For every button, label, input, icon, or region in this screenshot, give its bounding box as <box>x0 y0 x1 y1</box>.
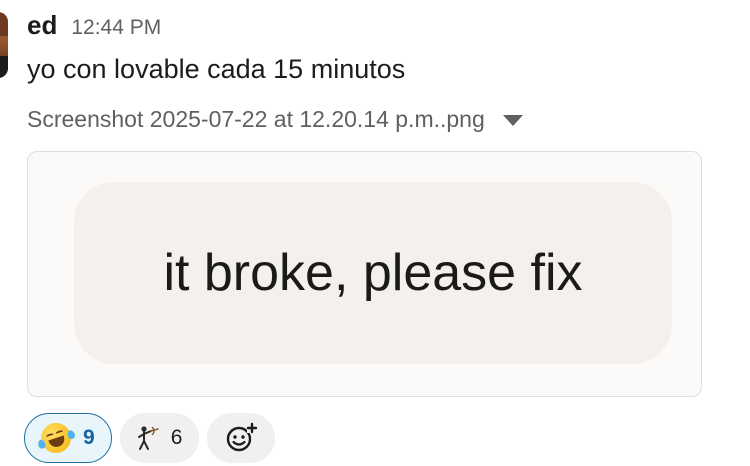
avatar-shirt <box>0 56 8 78</box>
reaction-laughing[interactable]: 9 <box>24 413 112 463</box>
chat-message: ed 12:44 PM yo con lovable cada 15 minut… <box>0 0 750 466</box>
image-message-bubble: it broke, please fix <box>74 182 672 364</box>
rolling-on-floor-laughing-icon <box>37 419 76 457</box>
attachment-file-name[interactable]: Screenshot 2025-07-22 at 12.20.14 p.m..p… <box>27 106 485 133</box>
message-header: ed 12:44 PM <box>27 10 161 41</box>
avatar[interactable] <box>0 12 8 78</box>
author-name[interactable]: ed <box>27 10 57 41</box>
avatar-hair <box>0 12 8 36</box>
caret-down-icon[interactable] <box>502 115 523 126</box>
reactions-bar: 9 6 <box>24 413 276 463</box>
message-text: yo con lovable cada 15 minutos <box>27 54 406 84</box>
add-reaction-icon <box>227 422 258 452</box>
attachment-image[interactable]: it broke, please fix <box>27 151 702 397</box>
image-text: it broke, please fix <box>163 244 583 302</box>
reaction-count: 9 <box>83 426 95 449</box>
attachment-header: Screenshot 2025-07-22 at 12.20.14 p.m..p… <box>27 106 523 133</box>
archer-figure-icon <box>137 426 159 450</box>
message-timestamp[interactable]: 12:44 PM <box>71 16 161 40</box>
reaction-count: 6 <box>170 426 183 449</box>
add-reaction-button[interactable] <box>207 413 276 463</box>
reaction-archer[interactable]: 6 <box>119 413 200 463</box>
